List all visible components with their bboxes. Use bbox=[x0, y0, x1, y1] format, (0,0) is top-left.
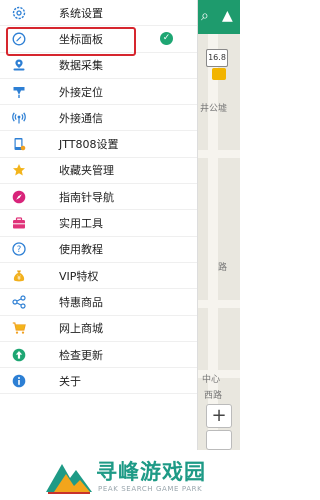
menu-item-utilities[interactable]: 实用工具 bbox=[0, 210, 197, 237]
menu-item-favorites[interactable]: 收藏夹管理 bbox=[0, 158, 197, 185]
phone-settings-icon bbox=[11, 136, 27, 152]
menu-item-label: 坐标面板 bbox=[59, 32, 103, 46]
upload-arrow-icon bbox=[11, 347, 27, 363]
map-road bbox=[198, 150, 240, 158]
menu-item-online-mall[interactable]: 网上商城 bbox=[0, 316, 197, 342]
map-label: 路 bbox=[218, 263, 228, 273]
check-icon: ✓ bbox=[160, 32, 173, 46]
info-icon bbox=[11, 373, 27, 389]
menu-item-label: 检查更新 bbox=[59, 348, 103, 362]
map-marker-icon bbox=[11, 57, 27, 73]
menu-item-label: 使用教程 bbox=[59, 243, 103, 257]
menu-item-label: VIP特权 bbox=[59, 269, 99, 283]
menu-item-label: 系统设置 bbox=[59, 6, 103, 20]
side-drawer: 系统设置 坐标面板 ✓ 数据采集 外接定位 外接通信 JTT808设置 收藏夹管… bbox=[0, 0, 198, 450]
map-label: 井公墟 bbox=[200, 104, 228, 114]
menu-item-jtt808-settings[interactable]: JTT808设置 bbox=[0, 131, 197, 158]
satellite-dish-icon bbox=[11, 84, 27, 100]
menu-item-label: 收藏夹管理 bbox=[59, 164, 114, 178]
menu-item-system-settings[interactable]: 系统设置 bbox=[0, 0, 197, 27]
map-label: 西路 bbox=[204, 391, 223, 401]
navigation-arrow-icon[interactable]: ▲ bbox=[222, 8, 233, 24]
watermark-title: 寻峰游戏园 bbox=[96, 460, 206, 484]
menu-item-special-offers[interactable]: 特惠商品 bbox=[0, 289, 197, 316]
menu-item-external-positioning[interactable]: 外接定位 bbox=[0, 79, 197, 106]
menu-item-tutorial[interactable]: ? 使用教程 bbox=[0, 237, 197, 263]
zoom-in-button[interactable]: + bbox=[206, 404, 232, 428]
menu-item-label: 外接通信 bbox=[59, 111, 103, 125]
toolbox-icon bbox=[11, 215, 27, 231]
menu-item-vip[interactable]: ¥ VIP特权 bbox=[0, 263, 197, 290]
share-icon bbox=[11, 294, 27, 310]
compass-navigation-icon bbox=[11, 189, 27, 205]
watermark-logo-icon bbox=[46, 464, 92, 494]
question-icon: ? bbox=[11, 241, 27, 257]
menu-item-label: 数据采集 bbox=[59, 59, 103, 73]
map-road bbox=[198, 300, 240, 308]
menu-item-label: 关于 bbox=[59, 374, 81, 388]
menu-item-data-collection[interactable]: 数据采集 bbox=[0, 53, 197, 79]
menu-item-coordinate-panel[interactable]: 坐标面板 ✓ bbox=[0, 26, 197, 57]
map-pin-icon bbox=[212, 68, 226, 80]
star-icon bbox=[11, 162, 27, 178]
map-topbar: ⌕ ▲ bbox=[198, 0, 240, 34]
gear-icon bbox=[11, 5, 27, 21]
svg-text:¥: ¥ bbox=[17, 274, 21, 281]
menu-item-label: 网上商城 bbox=[59, 322, 103, 336]
menu-item-about[interactable]: 关于 bbox=[0, 368, 197, 395]
menu-item-label: 指南针导航 bbox=[59, 190, 114, 204]
menu-item-label: 外接定位 bbox=[59, 85, 103, 99]
map-label: 中心 bbox=[202, 375, 221, 385]
svg-text:?: ? bbox=[17, 246, 22, 256]
menu-item-label: 实用工具 bbox=[59, 217, 103, 231]
shopping-cart-icon bbox=[11, 320, 27, 336]
watermark-subtitle: PEAK SEARCH GAME PARK bbox=[98, 485, 203, 493]
wireless-icon bbox=[11, 110, 27, 126]
map-scale-badge: 16.8 bbox=[206, 49, 228, 67]
compass-icon bbox=[11, 31, 27, 47]
menu-item-label: JTT808设置 bbox=[59, 138, 119, 152]
map-view[interactable]: ⌕ ▲ 16.8 井公墟 路 中心 西路 + bbox=[198, 0, 240, 450]
money-bag-icon: ¥ bbox=[11, 268, 27, 284]
menu-item-external-communication[interactable]: 外接通信 bbox=[0, 105, 197, 132]
watermark: 寻峰游戏园 PEAK SEARCH GAME PARK bbox=[0, 450, 240, 500]
menu-item-compass-navigation[interactable]: 指南针导航 bbox=[0, 184, 197, 211]
menu-item-label: 特惠商品 bbox=[59, 295, 103, 309]
search-icon[interactable]: ⌕ bbox=[201, 8, 209, 24]
zoom-out-button[interactable] bbox=[206, 430, 232, 450]
menu-item-check-update[interactable]: 检查更新 bbox=[0, 342, 197, 369]
